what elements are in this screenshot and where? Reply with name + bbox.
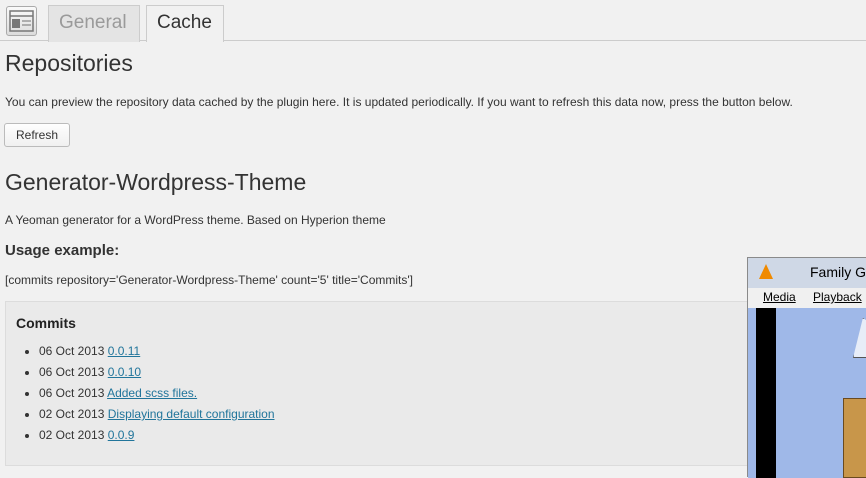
repository-description: A Yeoman generator for a WordPress theme…: [5, 213, 386, 227]
cartoon-cabinet: [843, 398, 866, 478]
repositories-description: You can preview the repository data cach…: [5, 95, 793, 109]
vlc-titlebar[interactable]: Family G: [748, 258, 866, 288]
tab-bar: General Cache: [0, 0, 866, 42]
list-item: 06 Oct 2013 0.0.11: [39, 342, 275, 363]
vlc-menu-playback[interactable]: Playback: [813, 290, 862, 304]
refresh-button[interactable]: Refresh: [4, 123, 70, 147]
commits-list: 06 Oct 2013 0.0.11 06 Oct 2013 0.0.10 06…: [22, 342, 275, 447]
layout-icon[interactable]: [6, 6, 37, 36]
commit-date: 02 Oct 2013: [39, 407, 105, 421]
page-title: Repositories: [5, 50, 133, 76]
commit-date: 06 Oct 2013: [39, 386, 105, 400]
vlc-menu-media[interactable]: Media: [763, 290, 796, 304]
tab-general[interactable]: General: [48, 5, 140, 42]
repository-name: Generator-Wordpress-Theme: [5, 169, 307, 195]
list-item: 02 Oct 2013 0.0.9: [39, 426, 275, 447]
commit-link[interactable]: Added scss files.: [107, 386, 197, 400]
commit-link[interactable]: 0.0.11: [108, 344, 140, 358]
list-item: 06 Oct 2013 0.0.10: [39, 363, 275, 384]
commit-link[interactable]: 0.0.9: [108, 428, 135, 442]
tab-cache[interactable]: Cache: [146, 5, 224, 42]
commits-title: Commits: [16, 315, 76, 331]
commit-link[interactable]: 0.0.10: [108, 365, 141, 379]
commits-widget: Commits 06 Oct 2013 0.0.11 06 Oct 2013 0…: [5, 301, 866, 466]
vlc-letterbox: [756, 308, 776, 478]
usage-shortcode: [commits repository='Generator-Wordpress…: [5, 273, 413, 287]
commit-date: 02 Oct 2013: [39, 428, 105, 442]
vlc-menubar: Media Playback: [748, 288, 866, 308]
commit-date: 06 Oct 2013: [39, 365, 105, 379]
commit-link[interactable]: Displaying default configuration: [108, 407, 275, 421]
commit-date: 06 Oct 2013: [39, 344, 105, 358]
vlc-window-title: Family G: [810, 264, 866, 280]
vlc-window[interactable]: Family G Media Playback: [747, 257, 866, 478]
usage-title: Usage example:: [5, 242, 120, 259]
list-item: 06 Oct 2013 Added scss files.: [39, 384, 275, 405]
vlc-cone-icon: [759, 264, 773, 279]
list-item: 02 Oct 2013 Displaying default configura…: [39, 405, 275, 426]
